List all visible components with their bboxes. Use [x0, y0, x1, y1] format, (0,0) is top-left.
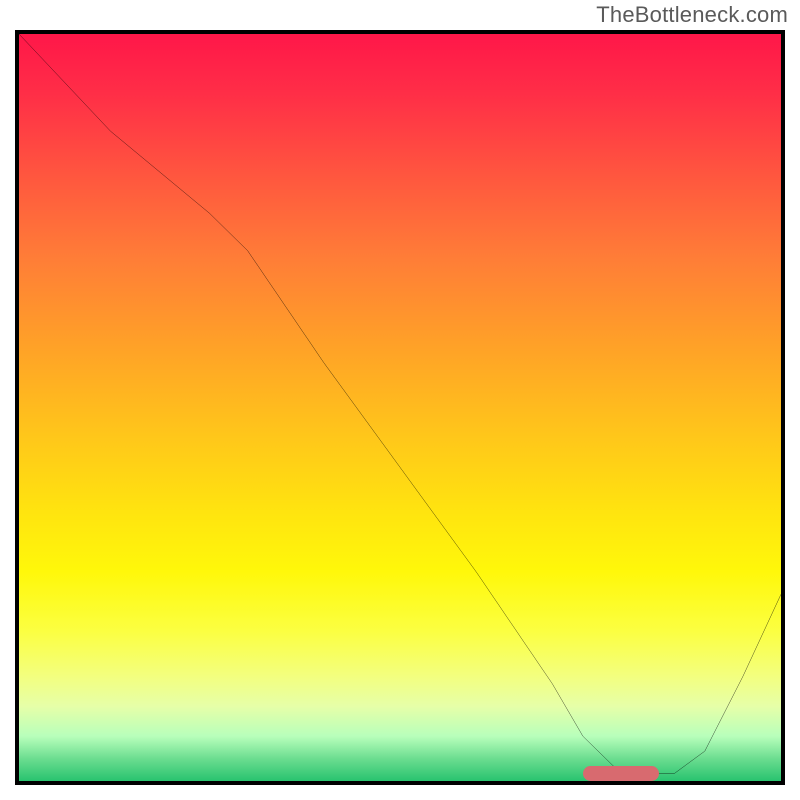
- watermark-text: TheBottleneck.com: [596, 2, 788, 28]
- chart-plot-area: [15, 30, 785, 785]
- chart-curve: [19, 34, 781, 781]
- curve-path: [19, 34, 781, 774]
- optimal-range-marker: [583, 766, 659, 781]
